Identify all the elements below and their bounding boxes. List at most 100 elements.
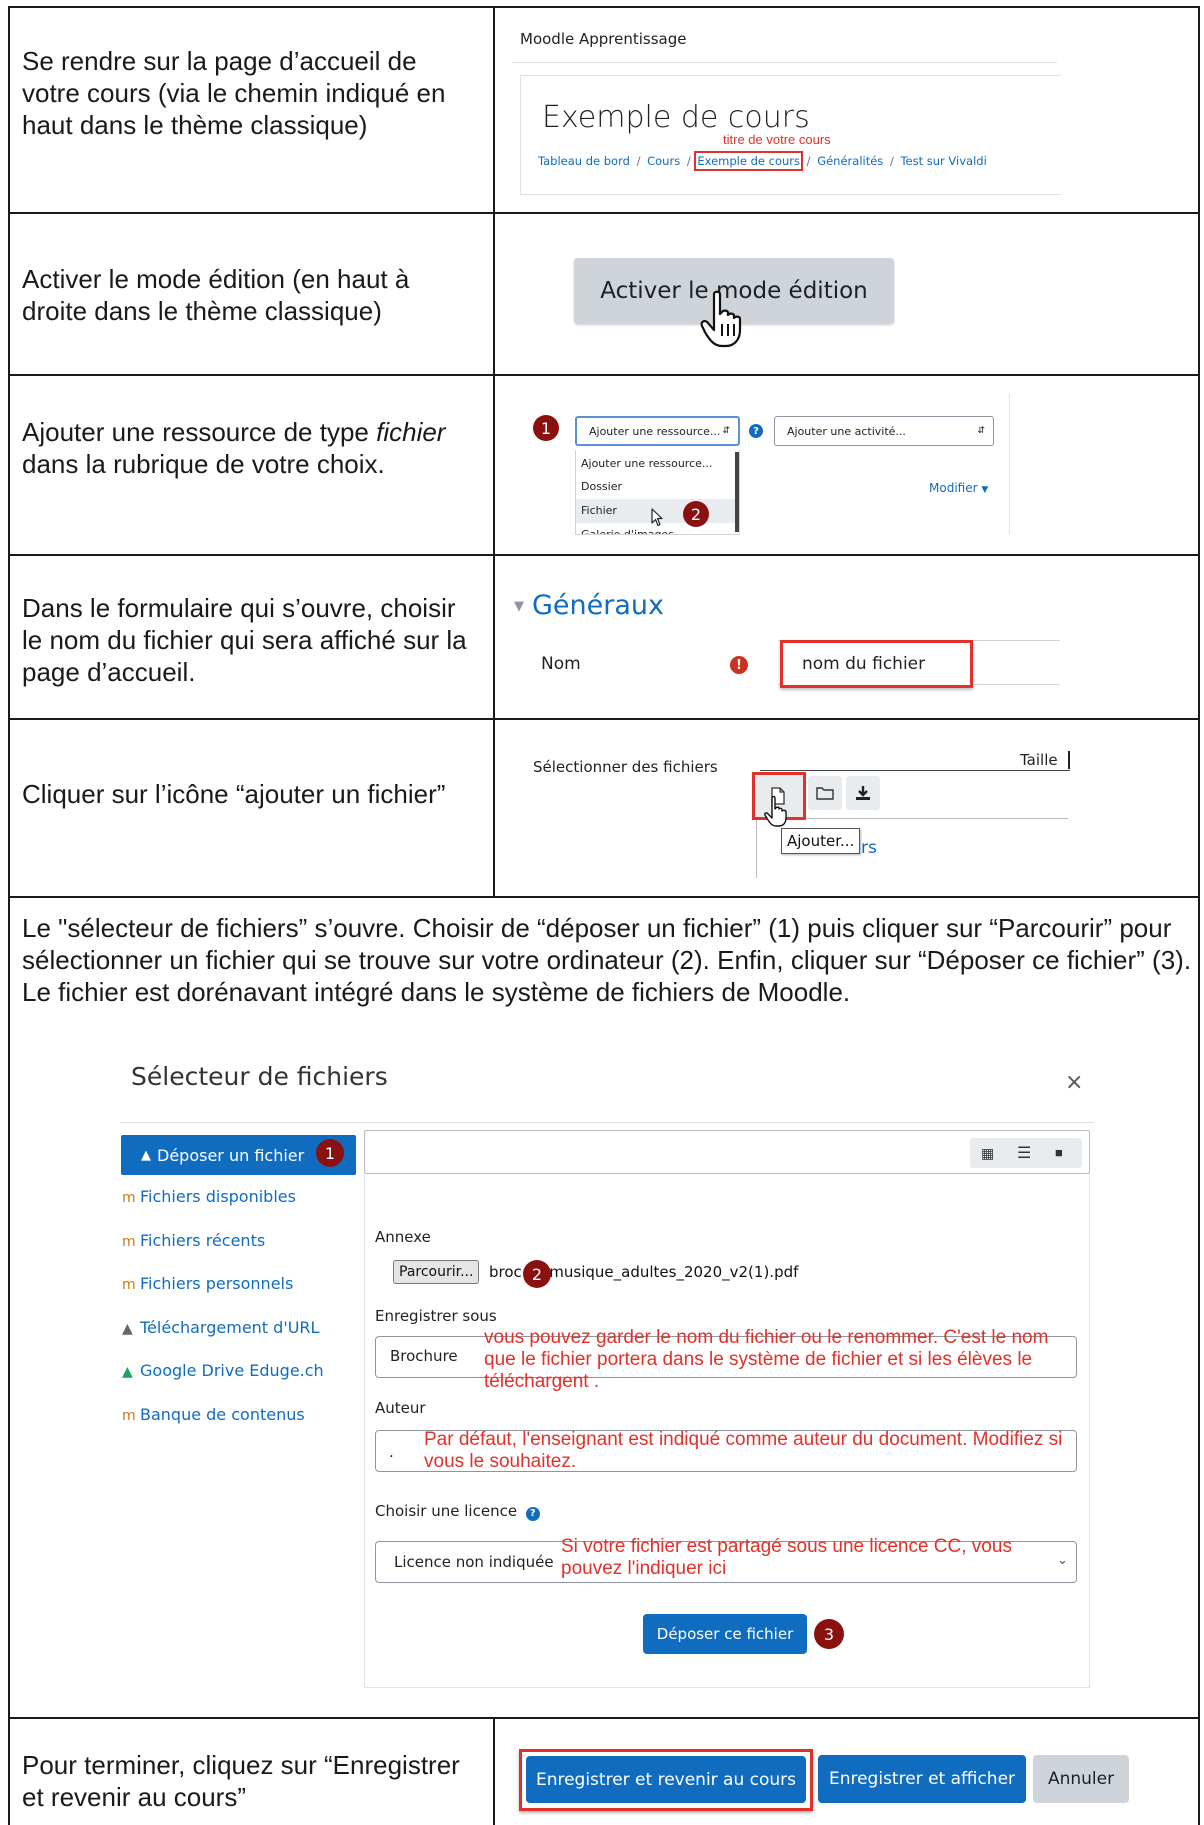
breadcrumb-item-courses[interactable]: Cours	[647, 154, 680, 168]
step-5-text: Cliquer sur l’icône “ajouter un fichier”	[22, 779, 446, 809]
row-line	[8, 374, 1200, 376]
help-icon[interactable]: ?	[749, 424, 763, 438]
row-line	[8, 1717, 1200, 1719]
sidebar-item-label: Téléchargement d'URL	[140, 1318, 320, 1337]
add-resource-select[interactable]: Ajouter une ressource... ⇵	[575, 416, 740, 446]
moodle-icon: m	[122, 1234, 136, 1250]
header-divider	[512, 62, 1057, 63]
breadcrumb-item-course[interactable]: Exemple de cours	[694, 151, 803, 171]
select-files-label: Sélectionner des fichiers	[533, 758, 718, 776]
sidebar-item-label: Banque de contenus	[140, 1405, 305, 1424]
step-badge-2: 2	[523, 1260, 551, 1288]
add-tooltip: Ajouter...	[781, 828, 861, 854]
save-as-value: Brochure	[390, 1347, 458, 1365]
license-label: Choisir une licence ?	[375, 1502, 540, 1521]
caret-down-icon: ▼	[981, 485, 989, 495]
collapse-chevron-icon: ▼	[514, 599, 524, 614]
sidebar-item-available[interactable]: m Fichiers disponibles	[122, 1187, 296, 1206]
add-activity-select-value: Ajouter une activité...	[787, 424, 906, 438]
partial-link-text: rs	[861, 838, 877, 858]
step-4-text: Dans le formulaire qui s’ouvre, choisir …	[22, 593, 467, 687]
option-dossier[interactable]: Dossier	[576, 475, 739, 499]
section-title: Généraux	[532, 590, 664, 621]
breadcrumb-item-generalites[interactable]: Généralités	[817, 154, 883, 168]
file-name-prefix: broc	[489, 1263, 522, 1281]
step-badge-1: 1	[316, 1139, 344, 1167]
select-arrows-icon: ⇵	[977, 426, 985, 436]
course-title: Exemple de cours	[542, 100, 810, 135]
step-badge-3: 3	[814, 1619, 844, 1649]
row-line	[8, 212, 1200, 214]
section-generaux[interactable]: ▼ Généraux	[514, 590, 664, 621]
select-arrows-icon: ⇵	[722, 426, 730, 436]
close-icon[interactable]: ×	[1065, 1070, 1083, 1095]
sidebar-item-label: Fichiers récents	[140, 1231, 266, 1250]
add-activity-select[interactable]: Ajouter une activité... ⇵	[774, 416, 994, 446]
upload-file-button[interactable]: Déposer ce fichier	[643, 1614, 807, 1654]
name-label: Nom	[541, 654, 581, 674]
step-3-text: Ajouter une ressource de type fichier da…	[22, 417, 446, 479]
moodle-icon: m	[122, 1277, 136, 1293]
picker-title-divider	[120, 1122, 1094, 1123]
annexe-label: Annexe	[375, 1228, 431, 1246]
upload-icon: ▲	[141, 1147, 151, 1163]
breadcrumb-separator: /	[806, 154, 811, 168]
moodle-icon: m	[122, 1190, 136, 1206]
breadcrumb-separator: /	[686, 154, 691, 168]
sidebar-item-recent[interactable]: m Fichiers récents	[122, 1231, 265, 1250]
size-column-header: Taille	[1020, 751, 1058, 769]
save-and-return-button[interactable]: Enregistrer et revenir au cours	[526, 1756, 806, 1803]
download-icon	[856, 786, 870, 800]
name-input[interactable]: nom du fichier	[780, 640, 973, 688]
picker-title: Sélecteur de fichiers	[131, 1062, 388, 1091]
google-drive-icon: ▲	[122, 1364, 133, 1380]
list-view-icon[interactable]: ☰	[1017, 1143, 1031, 1163]
step-badge-1: 1	[533, 415, 559, 441]
sidebar-item-label: Fichiers disponibles	[140, 1187, 296, 1206]
modify-menu[interactable]: Modifier ▼	[929, 481, 988, 495]
row-line	[8, 896, 1200, 898]
save-and-show-button[interactable]: Enregistrer et afficher	[818, 1755, 1026, 1803]
modify-menu-label: Modifier	[929, 481, 978, 495]
table-col-divider	[493, 6, 495, 896]
step-badge-2: 2	[683, 501, 709, 527]
size-header-divider	[1068, 751, 1070, 769]
step-1-text: Se rendre sur la page d’accueil de votre…	[22, 46, 446, 140]
filemanager-top-line	[760, 770, 1070, 771]
author-note: Par défaut, l'enseignant est indiqué com…	[424, 1429, 1063, 1472]
dropdown-scrollbar[interactable]	[735, 452, 739, 532]
hand-cursor-icon	[700, 290, 742, 348]
row-line	[8, 554, 1200, 556]
folder-view-icon[interactable]: ■	[1055, 1145, 1063, 1160]
sidebar-item-label: Fichiers personnels	[140, 1274, 294, 1293]
browse-button[interactable]: Parcourir...	[393, 1260, 480, 1284]
breadcrumb-item-test[interactable]: Test sur Vivaldi	[900, 154, 986, 168]
author-value: .	[389, 1443, 394, 1461]
save-as-note: vous pouvez garder le nom du fichier ou …	[484, 1327, 1049, 1392]
table-border-top	[8, 6, 1200, 8]
sidebar-item-url[interactable]: ▲ Téléchargement d'URL	[122, 1318, 319, 1337]
grid-view-icon[interactable]: ▦	[981, 1145, 994, 1162]
save-as-label: Enregistrer sous	[375, 1307, 497, 1325]
step-7-text: Pour terminer, cliquez sur “Enregistrer …	[22, 1750, 460, 1812]
chevron-down-icon: ⌄	[1057, 1552, 1068, 1567]
sidebar-item-label: Déposer un fichier	[157, 1145, 305, 1165]
site-name: Moodle Apprentissage	[520, 30, 687, 48]
shot3-panel-edge	[1009, 394, 1010, 534]
option-add-resource[interactable]: Ajouter une ressource...	[576, 450, 739, 475]
picker-main-panel	[364, 1130, 1090, 1688]
breadcrumb-item-dashboard[interactable]: Tableau de bord	[538, 154, 630, 168]
license-note: Si votre fichier est partagé sous une li…	[561, 1536, 1012, 1579]
sidebar-item-google-drive[interactable]: ▲ Google Drive Eduge.ch	[122, 1361, 324, 1380]
required-icon: !	[730, 656, 748, 674]
folder-icon	[816, 787, 834, 800]
step-6-text: Le "sélecteur de fichiers” s’ouvre. Choi…	[22, 913, 1192, 1007]
cancel-button[interactable]: Annuler	[1033, 1755, 1129, 1803]
help-icon[interactable]: ?	[525, 1507, 540, 1521]
add-resource-select-value: Ajouter une ressource...	[589, 424, 721, 438]
sidebar-item-personal[interactable]: m Fichiers personnels	[122, 1274, 293, 1293]
sidebar-item-content-bank[interactable]: m Banque de contenus	[122, 1405, 305, 1424]
breadcrumb-separator: /	[889, 154, 894, 168]
breadcrumb-separator: /	[636, 154, 641, 168]
sidebar-item-label: Google Drive Eduge.ch	[140, 1361, 324, 1380]
